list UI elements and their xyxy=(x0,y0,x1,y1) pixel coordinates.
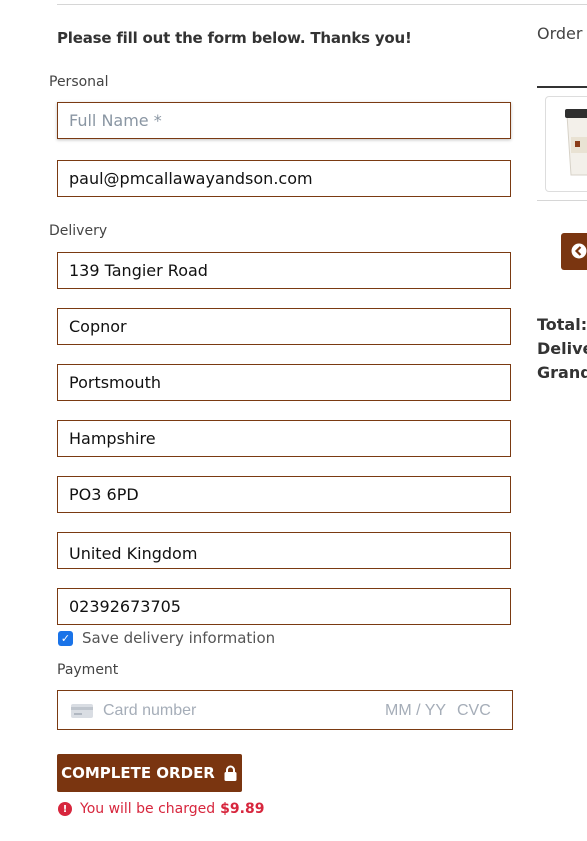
save-delivery-checkbox[interactable]: ✓ xyxy=(58,630,73,646)
charge-text: You will be charged xyxy=(80,801,216,817)
chevron-left-circle-icon xyxy=(571,243,587,259)
order-summary-title: Order xyxy=(537,24,583,43)
card-cvc-placeholder[interactable]: CVC xyxy=(457,702,491,720)
full-name-input[interactable] xyxy=(57,102,511,139)
county-input[interactable] xyxy=(57,420,511,457)
delivery-total-label: Delive xyxy=(537,339,587,358)
charge-amount: $9.89 xyxy=(220,801,265,817)
order-summary-divider-2 xyxy=(537,200,587,201)
grand-total-label: Grand xyxy=(537,363,587,382)
product-thumbnail[interactable] xyxy=(545,96,587,192)
card-number-placeholder[interactable]: Card number xyxy=(103,702,196,720)
delivery-section-label: Delivery xyxy=(49,223,108,239)
card-input[interactable]: Card number MM / YY CVC xyxy=(57,690,513,730)
alert-circle-icon: ! xyxy=(58,802,72,816)
charge-notice: ! You will be charged $9.89 xyxy=(58,801,264,817)
save-delivery-row[interactable]: ✓ Save delivery information xyxy=(57,629,275,647)
card-expiry-placeholder[interactable]: MM / YY xyxy=(385,702,446,720)
address-line2-input[interactable] xyxy=(57,308,511,345)
payment-section-label: Payment xyxy=(57,662,119,678)
postcode-input[interactable] xyxy=(57,476,511,513)
top-divider xyxy=(57,4,587,5)
lock-icon xyxy=(224,765,237,781)
order-summary-divider xyxy=(537,86,587,88)
country-select[interactable] xyxy=(57,532,511,569)
complete-order-button[interactable]: COMPLETE ORDER xyxy=(57,754,242,792)
total-label: Total: xyxy=(537,315,587,334)
form-intro: Please fill out the form below. Thanks y… xyxy=(57,29,412,47)
address-line1-input[interactable] xyxy=(57,252,511,289)
order-totals: Total: Delive Grand xyxy=(537,313,587,385)
phone-input[interactable] xyxy=(57,588,511,625)
save-delivery-label: Save delivery information xyxy=(82,629,276,647)
personal-section-label: Personal xyxy=(49,74,109,90)
credit-card-icon xyxy=(71,704,93,718)
coffee-cup-image xyxy=(565,109,587,176)
complete-order-label: COMPLETE ORDER xyxy=(61,764,215,782)
email-input[interactable] xyxy=(57,160,511,197)
city-input[interactable] xyxy=(57,364,511,401)
back-button[interactable] xyxy=(561,233,587,270)
